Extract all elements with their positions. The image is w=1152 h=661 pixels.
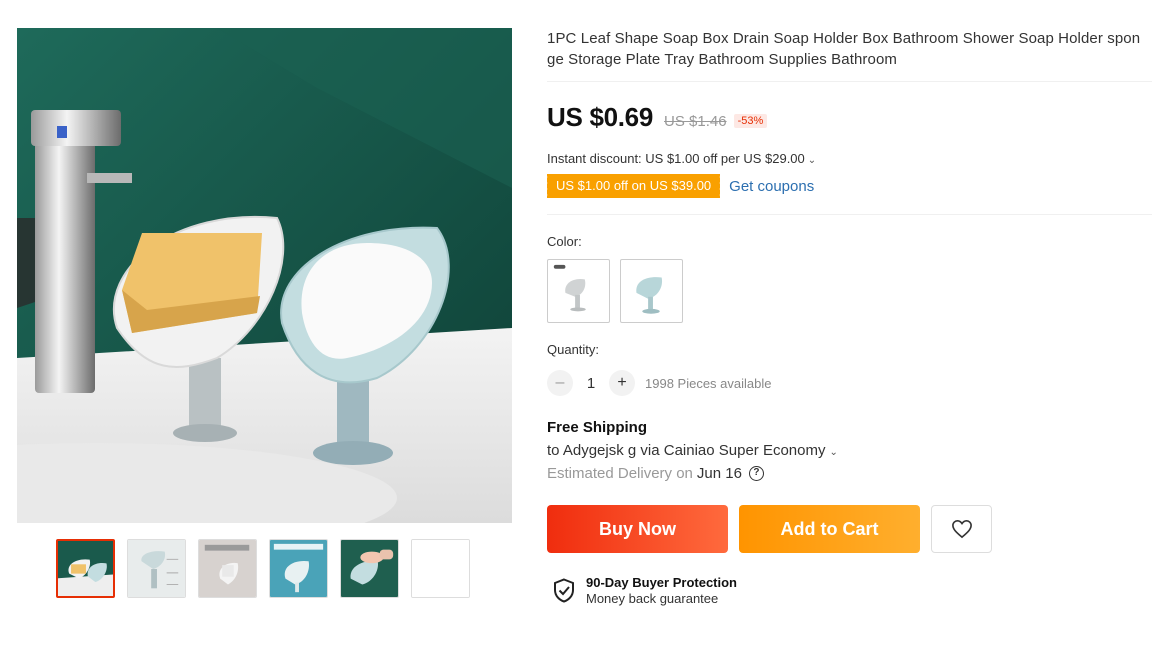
shipping-title: Free Shipping [547,419,648,436]
shipping-section: Free Shipping to Adygejsk g via Cainiao … [547,419,1152,482]
original-price: US $1.46 [664,113,727,130]
question-circle-icon[interactable]: ? [748,466,764,481]
thumbnail-2[interactable] [127,539,186,598]
action-buttons: Buy Now Add to Cart [547,505,1152,553]
color-swatches [547,259,1152,323]
chevron-down-icon: ⌄ [829,447,838,458]
thumbnail-1[interactable] [56,539,115,598]
shipping-route[interactable]: to Adygejsk g via Cainiao Super Economy ⌄ [547,442,1152,459]
quantity-value[interactable]: 1 [573,375,609,392]
instant-discount[interactable]: Instant discount: US $1.00 off per US $2… [547,151,1152,166]
eta-label: Estimated Delivery on [547,465,693,482]
color-label: Color: [547,234,582,249]
protection-subtitle: Money back guarantee [586,591,719,606]
heart-icon [951,519,972,539]
thumbnail-gallery [56,539,470,598]
thumbnail-3[interactable] [198,539,257,598]
divider [547,214,1152,215]
shipping-route-text: to Adygejsk g via Cainiao Super Economy [547,442,826,459]
color-option-blue[interactable] [620,259,683,323]
eta-date: Jun 16 [696,465,742,482]
thumbnail-4[interactable] [269,539,328,598]
quantity-increase-button[interactable]: + [609,370,635,396]
product-info-panel: 1PC Leaf Shape Soap Box Drain Soap Holde… [544,28,1152,606]
price-row: US $0.69 US $1.46 -53% [547,102,1152,133]
chevron-down-icon: ⌄ [807,155,817,166]
buyer-protection[interactable]: 90-Day Buyer Protection Money back guara… [553,575,1152,606]
instant-discount-text: Instant discount: US $1.00 off per US $2… [547,151,805,166]
wishlist-button[interactable] [931,505,992,553]
shield-check-icon [554,578,574,603]
coupon-row: US $1.00 off on US $39.00 Get coupons [544,174,1152,198]
buy-now-button[interactable]: Buy Now [547,505,728,553]
thumbnail-5[interactable] [340,539,399,598]
pieces-available: 1998 Pieces available [645,375,772,391]
add-to-cart-button[interactable]: Add to Cart [739,505,920,553]
protection-title: 90-Day Buyer Protection [586,575,737,590]
current-price: US $0.69 [547,102,654,132]
product-title: 1PC Leaf Shape Soap Box Drain Soap Holde… [547,30,1141,68]
divider [547,81,1152,82]
get-coupons-link[interactable]: Get coupons [729,178,814,195]
quantity-stepper: – 1 + 1998 Pieces available [547,370,1152,396]
estimated-delivery: Estimated Delivery on Jun 16 ? [547,465,1152,482]
color-option-grey[interactable] [547,259,610,323]
quantity-decrease-button[interactable]: – [547,370,573,396]
coupon-tag[interactable]: US $1.00 off on US $39.00 [544,174,721,198]
main-product-image[interactable] [17,28,512,523]
quantity-label: Quantity: [547,342,600,357]
discount-badge: -53% [733,114,768,128]
thumbnail-6[interactable] [411,539,470,598]
